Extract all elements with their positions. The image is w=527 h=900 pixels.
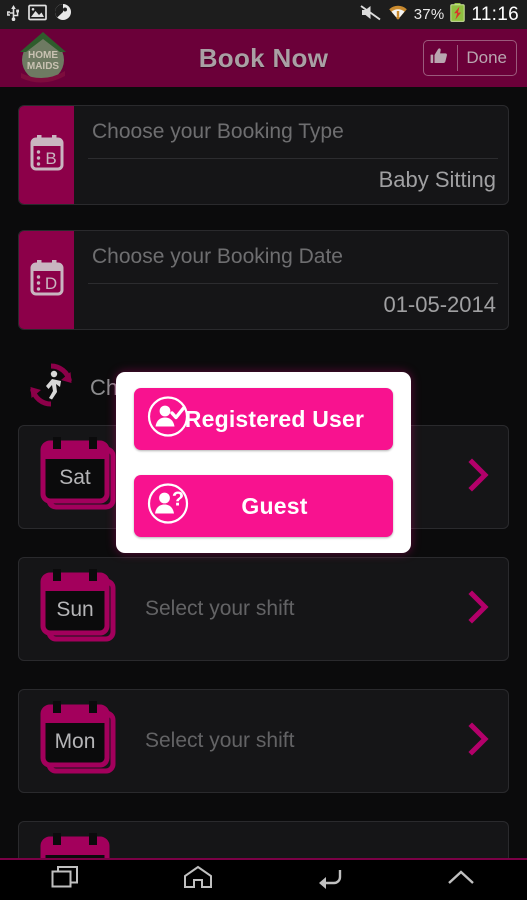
action-bar: HOME MAIDS Book Now Done (0, 29, 527, 87)
logo-text-home: HOME (28, 50, 58, 61)
registered-user-button[interactable]: Registered User (134, 388, 393, 450)
calendar-day-icon-sat: Sat (35, 435, 127, 519)
refresh-runner-icon (26, 360, 76, 415)
calendar-d-icon: D (28, 258, 66, 303)
booking-date-field[interactable]: D Choose your Booking Date 01-05-2014 (18, 230, 509, 330)
shift-day-label: Mon (55, 730, 96, 753)
recents-icon (51, 865, 81, 896)
back-icon (314, 865, 344, 896)
done-button[interactable]: Done (423, 40, 517, 76)
home-icon (181, 865, 215, 896)
user-question-icon: ? (146, 482, 190, 531)
expand-up-icon (446, 867, 476, 894)
recents-button[interactable] (0, 860, 132, 900)
app-screen: 37% 11:16 HOME MAIDS Book Now Done B Cho… (0, 0, 527, 900)
calendar-day-icon-mon: Mon (35, 699, 127, 783)
shift-day-label: Sun (56, 598, 93, 621)
booking-date-icon-letter: D (44, 274, 56, 293)
calendar-b-icon: B (28, 133, 66, 178)
shift-day-label: Sat (59, 466, 91, 489)
booking-date-body: Choose your Booking Date 01-05-2014 (74, 231, 508, 329)
calendar-day-icon-sun: Sun (35, 567, 127, 651)
booking-type-icon-container: B (19, 106, 74, 204)
booking-type-body: Choose your Booking Type Baby Sitting (74, 106, 508, 204)
thumbs-up-icon (429, 46, 449, 71)
back-button[interactable] (264, 860, 396, 900)
battery-charging-icon (450, 2, 466, 27)
booking-date-label: Choose your Booking Date (92, 245, 343, 268)
done-label: Done (466, 48, 507, 67)
usb-icon (6, 3, 21, 26)
clock-label: 11:16 (471, 3, 519, 25)
booking-date-icon-container: D (19, 231, 74, 329)
booking-type-divider (88, 158, 498, 159)
shift-placeholder-sun: Select your shift (145, 597, 295, 620)
battery-percent-label: 37% (413, 6, 445, 23)
booking-type-field[interactable]: B Choose your Booking Type Baby Sitting (18, 105, 509, 205)
booking-type-value: Baby Sitting (378, 167, 496, 192)
app-logo[interactable]: HOME MAIDS (14, 26, 72, 88)
user-type-dialog: Registered User ? Guest (116, 372, 411, 553)
booking-type-icon-letter: B (45, 149, 56, 168)
status-bar-right-icons: 37% 11:16 (360, 2, 519, 27)
chevron-right-icon[interactable] (466, 721, 492, 761)
booking-date-divider (88, 283, 498, 284)
expand-up-button[interactable] (395, 860, 527, 900)
screenshot-icon (28, 4, 47, 26)
chevron-right-icon[interactable] (466, 457, 492, 497)
system-nav-bar (0, 860, 527, 900)
svg-text:?: ? (172, 489, 184, 511)
change-shift-label: Ch (90, 374, 119, 400)
booking-type-label: Choose your Booking Type (92, 120, 344, 143)
status-bar-left-icons (6, 3, 72, 26)
lock-icon (54, 3, 72, 26)
chevron-right-icon[interactable] (466, 589, 492, 629)
mute-icon (360, 4, 382, 26)
wifi-icon (388, 4, 408, 26)
done-separator (457, 45, 459, 71)
status-bar: 37% 11:16 (0, 0, 527, 29)
change-shift-row[interactable]: Ch (26, 360, 118, 415)
shift-placeholder-mon: Select your shift (145, 729, 295, 752)
home-button[interactable] (132, 860, 264, 900)
logo-text-maids: MAIDS (27, 61, 60, 72)
shift-row-sun[interactable]: Sun Select your shift (18, 557, 509, 661)
shift-row-mon[interactable]: Mon Select your shift (18, 689, 509, 793)
guest-button[interactable]: ? Guest (134, 475, 393, 537)
user-check-icon (146, 395, 190, 444)
booking-date-value: 01-05-2014 (383, 292, 496, 317)
